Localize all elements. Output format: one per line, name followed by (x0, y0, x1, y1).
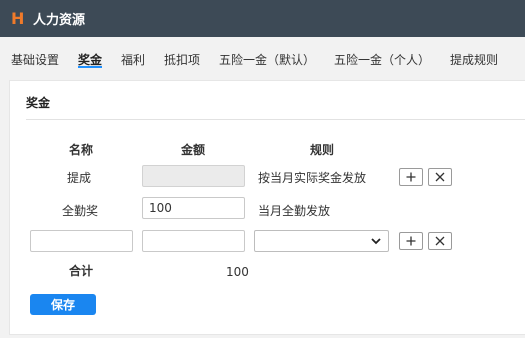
app-title: 人力资源 (33, 13, 86, 28)
total-value: 100 (226, 265, 249, 279)
close-icon (435, 172, 445, 182)
tab-bar: 基础设置 奖金 福利 抵扣项 五险一金（默认） 五险一金（个人） 提成规则 (0, 37, 525, 72)
tab-insurance-personal[interactable]: 五险一金（个人） (334, 51, 430, 68)
row-2-rule: 当月全勤发放 (258, 204, 331, 218)
plus-icon (406, 236, 416, 246)
chevron-down-icon (371, 238, 381, 245)
total-label: 合计 (69, 264, 94, 278)
new-amount-input[interactable] (142, 230, 245, 252)
active-tab-indicator (78, 66, 102, 68)
tab-deductions[interactable]: 抵扣项 (164, 51, 200, 68)
row-1-amount-input (142, 165, 245, 187)
row-2-amount-input[interactable]: 100 (142, 197, 245, 219)
tab-basic-settings[interactable]: 基础设置 (11, 51, 59, 68)
tab-insurance-default[interactable]: 五险一金（默认） (219, 51, 315, 68)
tab-welfare[interactable]: 福利 (121, 51, 145, 68)
row-1-delete-button[interactable] (428, 168, 452, 186)
close-icon (435, 236, 445, 246)
new-rule-select[interactable] (254, 230, 389, 252)
column-header-name: 名称 (69, 143, 94, 157)
row-2-name: 全勤奖 (62, 204, 99, 218)
plus-icon (406, 172, 416, 182)
save-button[interactable]: 保存 (30, 294, 96, 315)
panel-divider (26, 119, 525, 120)
new-row-add-button[interactable] (399, 232, 423, 250)
tab-commission-rules[interactable]: 提成规则 (450, 51, 498, 68)
app-header: H 人力资源 (0, 0, 525, 37)
app-logo: H (11, 9, 25, 28)
bonus-panel: 奖金 名称 金额 规则 提成 按当月实际奖金发放 全勤奖 100 当月全勤发放 … (9, 80, 525, 335)
new-row-delete-button[interactable] (428, 232, 452, 250)
row-1-rule: 按当月实际奖金发放 (258, 171, 367, 185)
panel-title: 奖金 (26, 96, 51, 110)
column-header-rule: 规则 (310, 143, 335, 157)
row-1-add-button[interactable] (399, 168, 423, 186)
column-header-amount: 金额 (181, 143, 206, 157)
row-1-name: 提成 (67, 171, 92, 185)
new-name-input[interactable] (30, 230, 133, 252)
